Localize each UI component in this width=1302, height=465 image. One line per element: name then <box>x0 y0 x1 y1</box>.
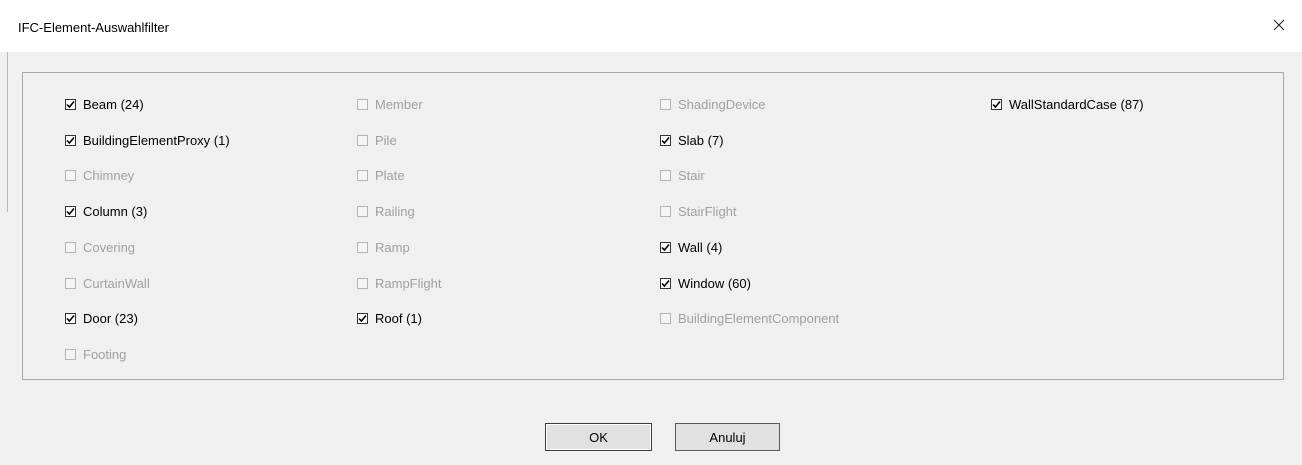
checkbox-box[interactable] <box>65 98 76 110</box>
checkbox-beam[interactable]: Beam (24) <box>65 95 144 113</box>
checkbox-label: RampFlight <box>375 275 442 291</box>
checkmark-icon <box>358 314 367 322</box>
checkbox-box[interactable] <box>660 277 671 289</box>
element-filter-group: Beam (24) BuildingElementProxy (1) Chimney… <box>22 72 1284 380</box>
checkbox-box <box>357 241 368 253</box>
checkbox-railing: Railing <box>357 202 415 220</box>
checkbox-box <box>357 98 368 110</box>
ok-button[interactable]: OK <box>545 423 652 451</box>
checkbox-label: Pile <box>375 132 397 148</box>
checkbox-box <box>660 205 671 217</box>
checkbox-window[interactable]: Window (60) <box>660 274 751 292</box>
checkbox-box <box>357 134 368 146</box>
checkbox-box <box>65 348 76 360</box>
checkbox-label: Plate <box>375 167 405 183</box>
checkbox-box[interactable] <box>660 241 671 253</box>
checkmark-icon <box>66 100 75 108</box>
checkbox-pile: Pile <box>357 131 397 149</box>
checkbox-label: Wall (4) <box>678 239 723 255</box>
title-bar: IFC-Element-Auswahlfilter <box>0 0 1302 52</box>
checkbox-box <box>357 277 368 289</box>
checkbox-label: Roof (1) <box>375 310 422 326</box>
checkbox-box <box>660 98 671 110</box>
checkbox-box[interactable] <box>65 134 76 146</box>
checkbox-building-element-proxy[interactable]: BuildingElementProxy (1) <box>65 131 230 149</box>
checkbox-label: Window (60) <box>678 275 751 291</box>
cancel-button[interactable]: Anuluj <box>675 423 780 451</box>
checkmark-icon <box>661 136 670 144</box>
checkbox-box[interactable] <box>65 205 76 217</box>
checkbox-label: Slab (7) <box>678 132 724 148</box>
checkbox-label: Member <box>375 96 423 112</box>
checkbox-label: Beam (24) <box>83 96 144 112</box>
checkbox-label: Railing <box>375 203 415 219</box>
checkbox-roof[interactable]: Roof (1) <box>357 309 422 327</box>
checkbox-wall-standard-case[interactable]: WallStandardCase (87) <box>991 95 1144 113</box>
checkbox-label: Covering <box>83 239 136 255</box>
checkmark-icon <box>66 136 75 144</box>
checkbox-label: Door (23) <box>83 310 138 326</box>
checkbox-box <box>65 241 76 253</box>
close-icon <box>1273 19 1285 31</box>
checkmark-icon <box>992 100 1001 108</box>
checkbox-box <box>65 277 76 289</box>
checkbox-label: BuildingElementComponent <box>678 310 840 326</box>
close-button[interactable] <box>1256 10 1302 40</box>
checkbox-wall[interactable]: Wall (4) <box>660 238 722 256</box>
checkmark-icon <box>661 279 670 287</box>
checkbox-label: Column (3) <box>83 203 148 219</box>
checkmark-icon <box>66 207 75 215</box>
checkbox-box <box>660 312 671 324</box>
checkbox-member: Member <box>357 95 423 113</box>
checkbox-building-element-component: BuildingElementComponent <box>660 309 839 327</box>
checkbox-column[interactable]: Column (3) <box>65 202 147 220</box>
checkbox-label: WallStandardCase (87) <box>1009 96 1144 112</box>
checkbox-stair: Stair <box>660 166 705 184</box>
checkbox-label: Footing <box>83 346 127 362</box>
checkbox-label: CurtainWall <box>83 275 150 291</box>
checkbox-box <box>357 205 368 217</box>
checkbox-label: BuildingElementProxy (1) <box>83 132 230 148</box>
checkbox-covering: Covering <box>65 238 135 256</box>
checkbox-footing: Footing <box>65 345 126 363</box>
checkbox-box[interactable] <box>991 98 1002 110</box>
checkbox-box <box>65 169 76 181</box>
checkbox-box[interactable] <box>660 134 671 146</box>
window-edge <box>7 52 8 212</box>
checkbox-stair-flight: StairFlight <box>660 202 737 220</box>
checkbox-chimney: Chimney <box>65 166 134 184</box>
checkbox-ramp-flight: RampFlight <box>357 274 441 292</box>
checkbox-box <box>357 169 368 181</box>
ifc-filter-dialog: IFC-Element-Auswahlfilter Beam (24) Build… <box>0 0 1302 465</box>
checkbox-label: Chimney <box>83 167 135 183</box>
checkbox-label: StairFlight <box>678 203 737 219</box>
checkbox-door[interactable]: Door (23) <box>65 309 138 327</box>
checkbox-box[interactable] <box>65 312 76 324</box>
dialog-title: IFC-Element-Auswahlfilter <box>18 20 169 35</box>
checkbox-plate: Plate <box>357 166 405 184</box>
checkbox-curtain-wall: CurtainWall <box>65 274 150 292</box>
checkbox-shading-device: ShadingDevice <box>660 95 765 113</box>
checkbox-slab[interactable]: Slab (7) <box>660 131 724 149</box>
checkbox-label: Stair <box>678 167 705 183</box>
checkmark-icon <box>661 243 670 251</box>
checkmark-icon <box>66 314 75 322</box>
checkbox-label: ShadingDevice <box>678 96 766 112</box>
checkbox-box[interactable] <box>357 312 368 324</box>
checkbox-ramp: Ramp <box>357 238 410 256</box>
checkbox-label: Ramp <box>375 239 410 255</box>
checkbox-box <box>660 169 671 181</box>
